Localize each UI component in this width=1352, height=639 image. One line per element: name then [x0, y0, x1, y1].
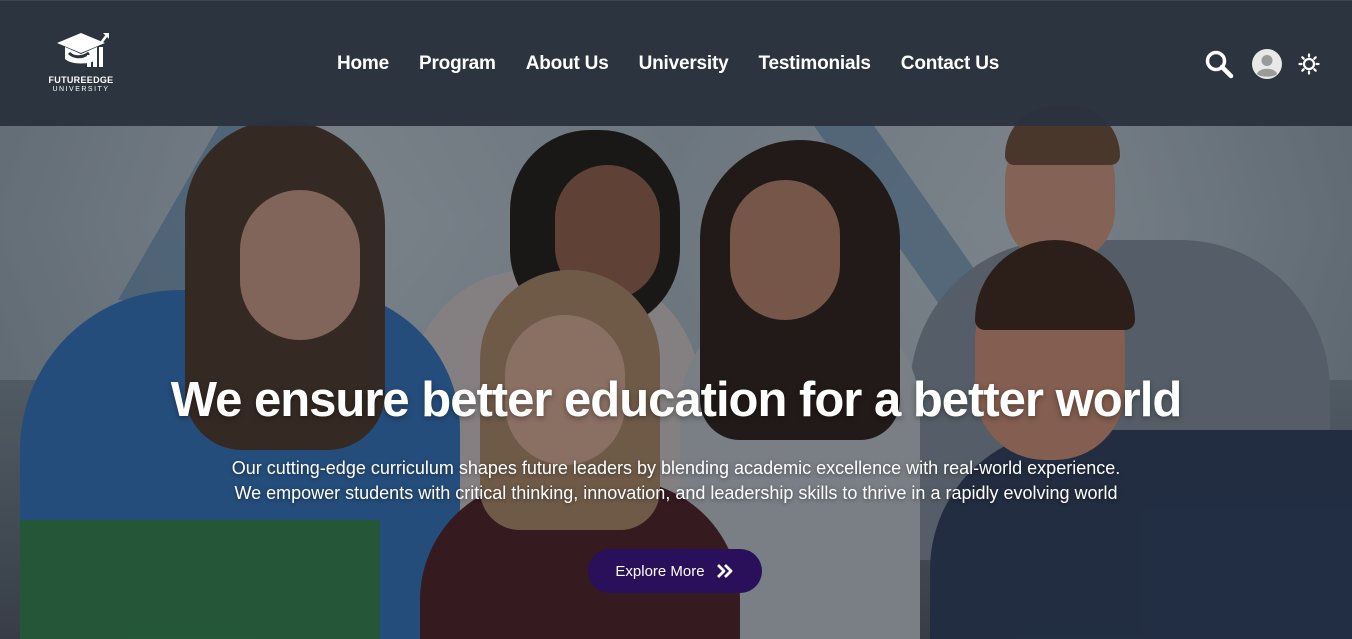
nav-item-contact-us[interactable]: Contact Us — [901, 53, 999, 75]
explore-more-button[interactable]: Explore More — [588, 549, 762, 593]
brand-name: FUTUREEDGE — [48, 75, 114, 85]
brand-subtitle: UNIVERSITY — [52, 86, 110, 93]
search-icon[interactable] — [1204, 49, 1234, 79]
nav-item-program[interactable]: Program — [419, 53, 496, 75]
double-chevron-right-icon — [716, 564, 732, 578]
avatar-icon[interactable] — [1252, 49, 1282, 79]
brand-logo[interactable]: FUTUREEDGE UNIVERSITY — [40, 29, 122, 101]
nav-item-home[interactable]: Home — [337, 53, 389, 75]
nav-item-about-us[interactable]: About Us — [526, 53, 609, 75]
graduation-cap-icon — [57, 33, 109, 67]
main-nav: Home Program About Us University Testimo… — [337, 53, 999, 75]
nav-item-testimonials[interactable]: Testimonials — [758, 53, 871, 75]
hero-headline: We ensure better education for a better … — [170, 373, 1183, 427]
hero-description: Our cutting-edge curriculum shapes futur… — [231, 458, 1121, 503]
sun-icon[interactable] — [1298, 53, 1320, 75]
toolbar-icons — [1204, 49, 1320, 79]
navbar: FUTUREEDGE UNIVERSITY Home Program About… — [0, 0, 1352, 126]
nav-item-university[interactable]: University — [639, 53, 729, 75]
explore-more-label: Explore More — [615, 562, 705, 580]
